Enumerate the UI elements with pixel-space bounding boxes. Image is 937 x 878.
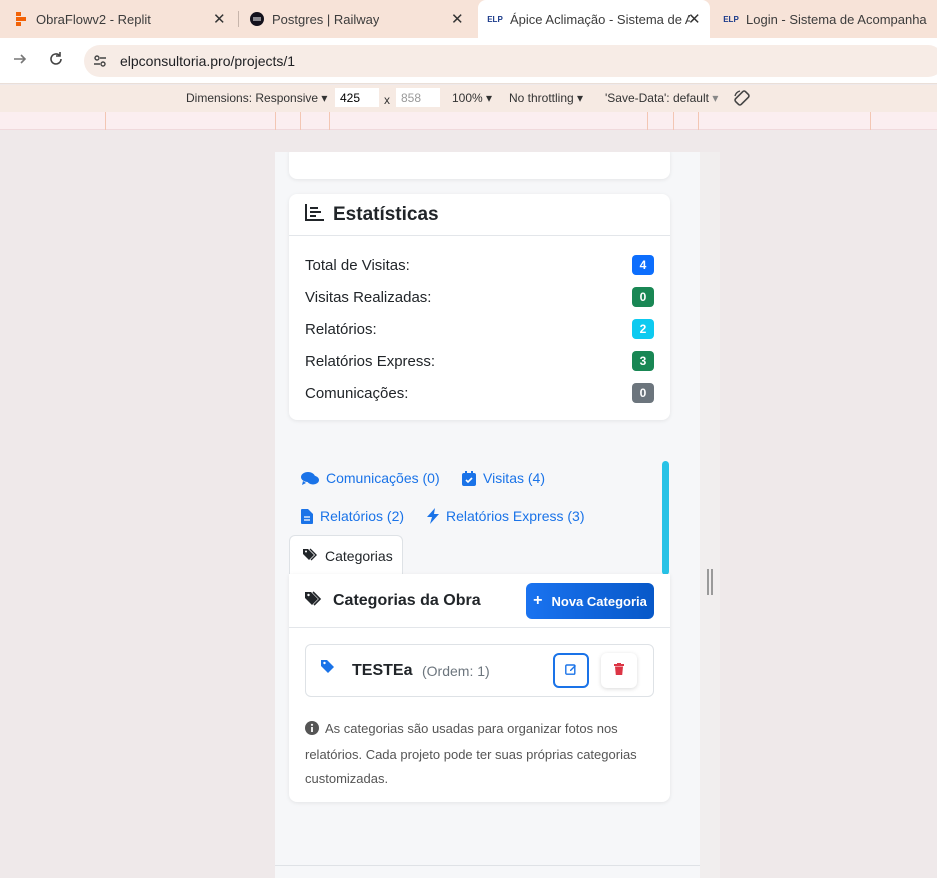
stat-label: Comunicações: [305, 384, 409, 402]
stat-label: Visitas Realizadas: [305, 288, 432, 306]
throttling-value: No throttling [509, 91, 574, 105]
url-field[interactable]: elpconsultoria.pro/projects/1 [84, 45, 937, 77]
tab-label: Relatórios Express (3) [446, 508, 585, 524]
delete-category-button[interactable] [601, 653, 637, 688]
save-data-value: 'Save-Data': default [605, 91, 709, 105]
info-circle-icon [305, 719, 319, 743]
tab-title: ObraFlowv2 - Replit [36, 11, 151, 27]
site-settings-icon[interactable] [92, 53, 108, 69]
browser-tab-strip: ObraFlowv2 - Replit ✕ Postgres | Railway… [0, 0, 937, 38]
new-category-label: Nova Categoria [551, 593, 647, 609]
tab-visitas[interactable]: Visitas (4) [462, 470, 545, 486]
new-category-button[interactable]: + Nova Categoria [526, 583, 654, 619]
stats-card: Estatísticas Total de Visitas: 4 Visitas… [289, 194, 670, 420]
stat-row: Relatórios Express: 3 [305, 350, 654, 372]
stat-badge: 2 [632, 319, 654, 339]
browser-tab-active[interactable]: ELP Ápice Aclimação - Sistema de A ✕ [478, 0, 710, 38]
reload-icon[interactable] [48, 51, 64, 72]
stat-badge: 3 [632, 351, 654, 371]
device-edge [700, 152, 720, 878]
tab-relatorios-express[interactable]: Relatórios Express (3) [427, 508, 585, 524]
close-icon[interactable]: ✕ [213, 10, 226, 28]
dimensions-label: Dimensions: Responsive [186, 91, 319, 105]
tags-icon [305, 590, 323, 611]
stat-row: Total de Visitas: 4 [305, 254, 654, 276]
save-data-dropdown[interactable]: 'Save-Data': default ▾ [605, 91, 718, 105]
device-toolbar: Dimensions: Responsive ▾ x 100% ▾ No thr… [0, 85, 937, 112]
calendar-check-icon [462, 470, 476, 486]
file-icon [301, 508, 313, 524]
railway-icon [250, 12, 264, 26]
tab-title: Login - Sistema de Acompanha [746, 11, 927, 27]
category-item: TESTEa (Ordem: 1) [305, 644, 654, 697]
previous-card [289, 152, 670, 179]
resize-handle[interactable] [707, 569, 713, 595]
browser-tab[interactable]: ObraFlowv2 - Replit ✕ [0, 0, 240, 38]
forward-icon[interactable] [12, 51, 28, 72]
close-icon[interactable]: ✕ [688, 10, 701, 28]
tag-icon [321, 659, 335, 678]
tab-label: Relatórios (2) [320, 508, 405, 524]
stat-label: Total de Visitas: [305, 256, 410, 274]
stat-badge: 0 [632, 287, 654, 307]
tab-title: Postgres | Railway [272, 11, 380, 27]
width-input[interactable] [335, 88, 379, 107]
zoom-value: 100% [452, 91, 483, 105]
edit-icon [565, 662, 577, 680]
tab-relatorios[interactable]: Relatórios (2) [301, 508, 404, 524]
edit-category-button[interactable] [553, 653, 589, 688]
url-text: elpconsultoria.pro/projects/1 [120, 53, 296, 69]
height-input[interactable] [396, 88, 440, 107]
tags-icon [303, 548, 318, 564]
category-name: TESTEa [352, 662, 413, 679]
tab-separator [238, 11, 239, 27]
categories-title: Categorias da Obra [333, 591, 481, 609]
browser-tab[interactable]: Postgres | Railway ✕ [240, 0, 478, 38]
tab-label: Categorias [325, 547, 393, 564]
dimensions-dropdown[interactable]: Dimensions: Responsive ▾ [186, 91, 327, 105]
categories-card: Categorias da Obra + Nova Categoria TEST… [289, 574, 670, 802]
elp-icon: ELP [487, 14, 503, 24]
footer-divider [275, 865, 700, 866]
stat-label: Relatórios Express: [305, 352, 436, 370]
trash-icon [614, 662, 624, 680]
categories-info-text: As categorias são usadas para organizar … [305, 721, 637, 786]
stat-badge: 0 [632, 383, 654, 403]
device-viewport: Estatísticas Total de Visitas: 4 Visitas… [275, 152, 700, 878]
plus-icon: + [533, 592, 543, 609]
tab-label: Visitas (4) [483, 470, 545, 486]
media-query-ruler [0, 112, 937, 130]
chart-bar-icon [305, 203, 325, 226]
zoom-dropdown[interactable]: 100% ▾ [452, 91, 492, 105]
tab-categorias[interactable]: Categorias [289, 535, 403, 575]
tabs-scrollbar[interactable] [662, 461, 669, 575]
stat-badge: 4 [632, 255, 654, 275]
categories-header: Categorias da Obra + Nova Categoria [289, 574, 670, 628]
stats-header: Estatísticas [289, 194, 670, 236]
stat-row: Comunicações: 0 [305, 382, 654, 404]
elp-icon: ELP [723, 14, 739, 24]
throttling-dropdown[interactable]: No throttling ▾ [509, 91, 583, 105]
rotate-icon[interactable] [733, 89, 751, 110]
close-icon[interactable]: ✕ [451, 10, 464, 28]
times-sign: x [384, 93, 390, 107]
tab-title: Ápice Aclimação - Sistema de A [510, 11, 690, 27]
categories-info: As categorias são usadas para organizar … [305, 717, 645, 791]
comments-icon [301, 471, 319, 486]
stats-title: Estatísticas [333, 203, 439, 225]
browser-tab[interactable]: ELP Login - Sistema de Acompanha [712, 0, 937, 38]
tab-label: Comunicações (0) [326, 470, 440, 486]
stat-row: Visitas Realizadas: 0 [305, 286, 654, 308]
category-order: (Ordem: 1) [422, 663, 490, 679]
address-bar: elpconsultoria.pro/projects/1 [0, 38, 937, 84]
bolt-icon [427, 508, 439, 524]
replit-icon [14, 12, 28, 26]
tab-comunicacoes[interactable]: Comunicações (0) [301, 470, 440, 486]
stat-row: Relatórios: 2 [305, 318, 654, 340]
stat-label: Relatórios: [305, 320, 377, 338]
